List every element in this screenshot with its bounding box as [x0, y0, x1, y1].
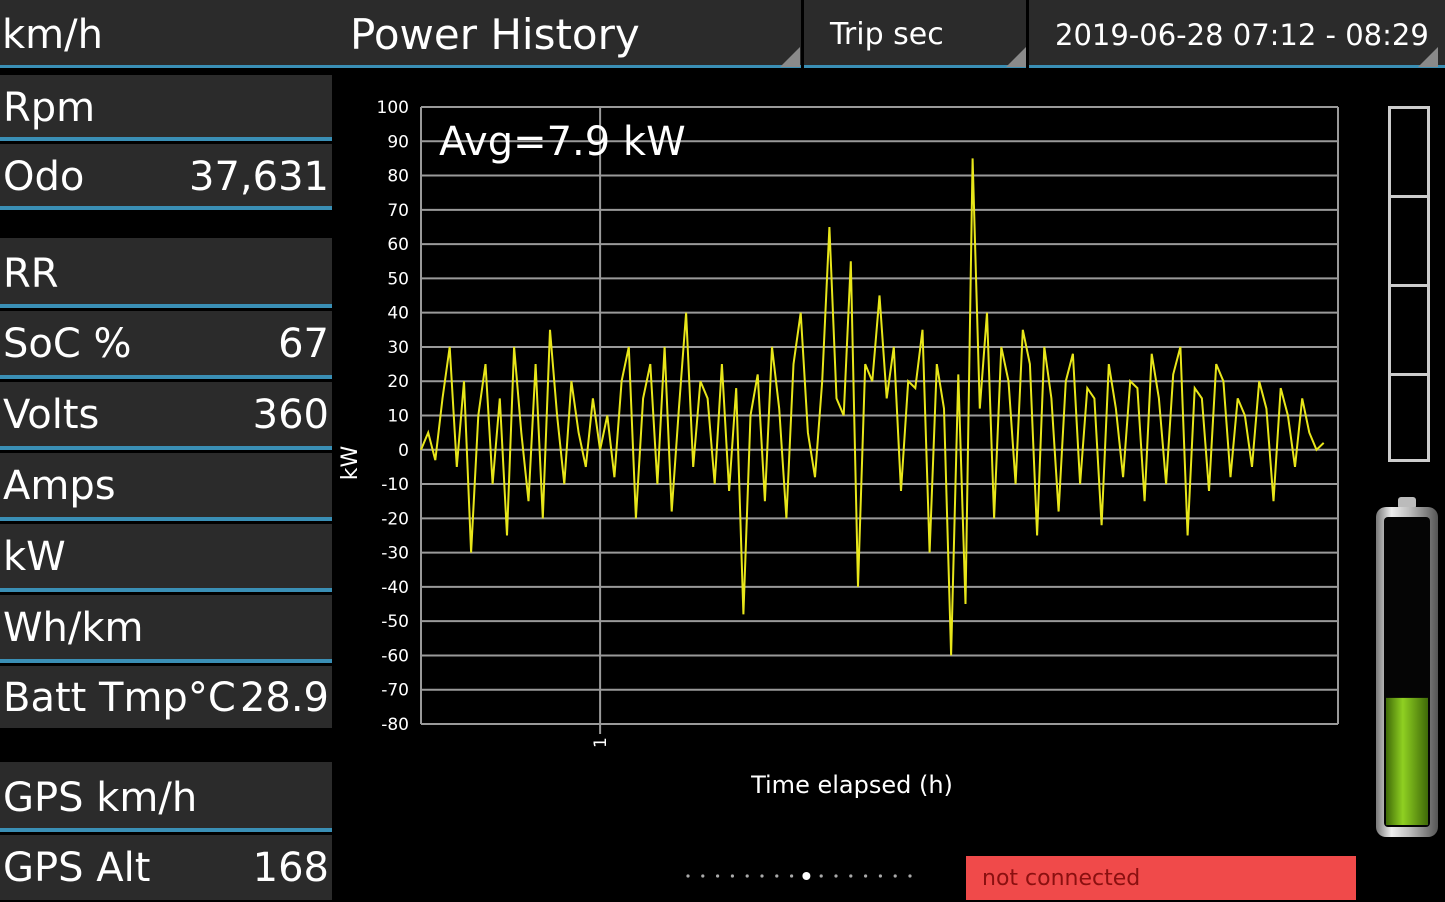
power-history-chart[interactable]: 1009080706050403020100-10-20-30-40-50-60… [335, 75, 1365, 815]
y-tick-label: -60 [381, 646, 409, 666]
page-dot[interactable] [819, 874, 823, 878]
readout-label: RR [3, 251, 59, 297]
speed-header-cell: km/h [0, 0, 338, 68]
readout-value: 37,631 [189, 154, 329, 200]
page-dot[interactable] [760, 874, 764, 878]
y-tick-label: 30 [387, 338, 409, 358]
readout-value: 168 [252, 845, 329, 891]
readout-value: 360 [252, 392, 329, 438]
y-tick-label: 0 [398, 441, 409, 461]
readout-value: 28.9 [239, 675, 329, 721]
y-axis-ticks: 1009080706050403020100-10-20-30-40-50-60… [377, 98, 409, 735]
y-tick-label: 20 [387, 372, 409, 392]
readout-label: SoC % [3, 321, 132, 367]
page-title: Power History [350, 10, 640, 59]
x-axis-label: Time elapsed (h) [750, 771, 953, 799]
page-dot[interactable] [893, 874, 897, 878]
readout-rr[interactable]: RR [0, 238, 332, 308]
mode-spinner[interactable]: Trip sec [804, 0, 1026, 68]
readout-rpm[interactable]: Rpm [0, 75, 332, 141]
page-dot[interactable] [775, 874, 779, 878]
y-tick-label: -20 [381, 509, 409, 529]
page-indicator[interactable] [684, 868, 914, 884]
readout-label: Wh/km [3, 605, 144, 651]
speed-unit-label: km/h [2, 12, 103, 58]
level-gauge [1388, 106, 1430, 462]
y-tick-label: 10 [387, 407, 409, 427]
y-tick-label: -80 [381, 715, 409, 735]
x-tick-label: 1 [591, 737, 611, 748]
readout-soc[interactable]: SoC % 67 [0, 311, 332, 379]
page-dot[interactable] [908, 874, 912, 878]
y-tick-label: -10 [381, 475, 409, 495]
page-dot-active[interactable] [802, 872, 811, 880]
date-range-spinner[interactable]: 2019-06-28 07:12 - 08:29 [1029, 0, 1445, 68]
mode-spinner-label: Trip sec [830, 17, 944, 52]
y-axis-label: kW [338, 446, 363, 481]
readout-kw[interactable]: kW [0, 524, 332, 592]
readout-wh-per-km[interactable]: Wh/km [0, 595, 332, 663]
readout-odo[interactable]: Odo 37,631 [0, 144, 332, 210]
readout-gps-alt[interactable]: GPS Alt 168 [0, 835, 332, 900]
y-tick-label: -70 [381, 681, 409, 701]
readout-amps[interactable]: Amps [0, 453, 332, 521]
readout-label: GPS Alt [3, 845, 151, 891]
y-tick-label: -30 [381, 544, 409, 564]
page-dot[interactable] [730, 874, 734, 878]
y-tick-label: 60 [387, 235, 409, 255]
top-bar: km/h Power History Trip sec 2019-06-28 0… [0, 0, 1445, 70]
date-range-label: 2019-06-28 07:12 - 08:29 [1055, 18, 1429, 52]
gauge-segment [1391, 109, 1427, 198]
y-tick-label: 40 [387, 304, 409, 324]
power-series-line [420, 158, 1325, 656]
battery-icon [1376, 497, 1438, 837]
readout-label: Volts [3, 392, 100, 438]
page-dot[interactable] [745, 874, 749, 878]
readout-batt-temp[interactable]: Batt Tmp°C 28.9 [0, 666, 332, 728]
readout-gps-speed[interactable]: GPS km/h [0, 762, 332, 832]
readout-label: Odo [3, 154, 85, 200]
y-tick-label: -50 [381, 612, 409, 632]
gauge-segment [1391, 287, 1427, 376]
page-dot[interactable] [686, 874, 690, 878]
title-spinner-triangle-icon [780, 47, 800, 67]
page-dot[interactable] [790, 874, 794, 878]
average-annotation: Avg=7.9 kW [439, 119, 686, 165]
page-dot[interactable] [716, 874, 720, 878]
connection-status-bar: not connected [966, 856, 1356, 900]
page-dot[interactable] [849, 874, 853, 878]
page-dot[interactable] [878, 874, 882, 878]
mode-spinner-triangle-icon [1006, 47, 1026, 67]
chart-grid [420, 106, 1339, 725]
screen-title-cell: Power History [338, 0, 801, 68]
readout-label: Batt Tmp°C [3, 675, 236, 721]
y-tick-label: 80 [387, 167, 409, 187]
readout-label: Rpm [3, 85, 96, 131]
date-spinner-triangle-icon [1418, 47, 1438, 67]
y-tick-label: 50 [387, 269, 409, 289]
y-tick-label: -40 [381, 578, 409, 598]
page-dot[interactable] [701, 874, 705, 878]
gauge-segment [1391, 198, 1427, 287]
readout-label: Amps [3, 463, 116, 509]
readout-volts[interactable]: Volts 360 [0, 382, 332, 450]
readout-value: 67 [278, 321, 329, 367]
y-tick-label: 70 [387, 201, 409, 221]
connection-status-text: not connected [982, 866, 1141, 891]
page-dot[interactable] [864, 874, 868, 878]
y-tick-label: 100 [377, 98, 409, 118]
y-tick-label: 90 [387, 132, 409, 152]
page-dot[interactable] [834, 874, 838, 878]
battery-level-fill [1386, 697, 1428, 825]
readout-label: GPS km/h [3, 775, 198, 821]
readout-label: kW [3, 534, 66, 580]
